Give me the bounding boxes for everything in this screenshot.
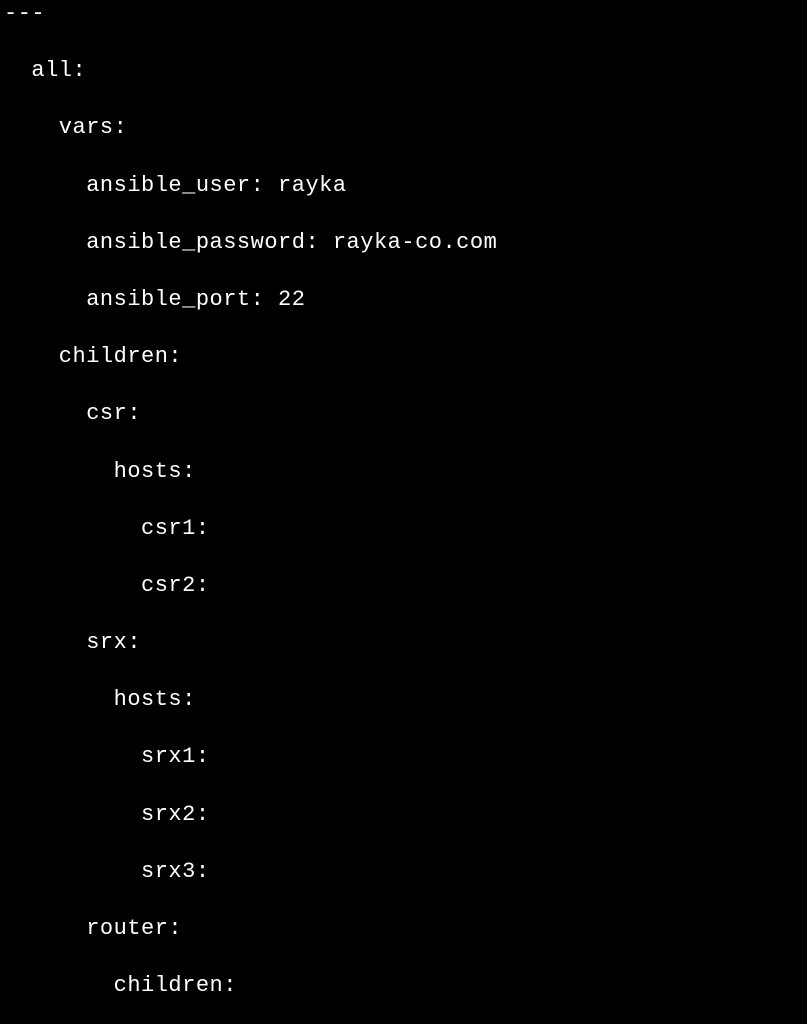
yaml-line: srx3: [4, 858, 807, 887]
yaml-line: ansible_password: rayka-co.com [4, 229, 807, 258]
yaml-line: csr2: [4, 572, 807, 601]
yaml-line: srx2: [4, 801, 807, 830]
yaml-line: router: [4, 915, 807, 944]
yaml-line: hosts: [4, 686, 807, 715]
yaml-line: srx: [4, 629, 807, 658]
yaml-line: srx1: [4, 743, 807, 772]
yaml-line: csr: [4, 400, 807, 429]
yaml-line: children: [4, 343, 807, 372]
yaml-line: hosts: [4, 458, 807, 487]
terminal-output: --- all: vars: ansible_user: rayka ansib… [0, 0, 807, 1024]
yaml-line: --- [4, 0, 807, 29]
yaml-line: ansible_user: rayka [4, 172, 807, 201]
yaml-line: vars: [4, 114, 807, 143]
yaml-line: csr1: [4, 515, 807, 544]
yaml-line: children: [4, 972, 807, 1001]
yaml-line: ansible_port: 22 [4, 286, 807, 315]
yaml-line: all: [4, 57, 807, 86]
